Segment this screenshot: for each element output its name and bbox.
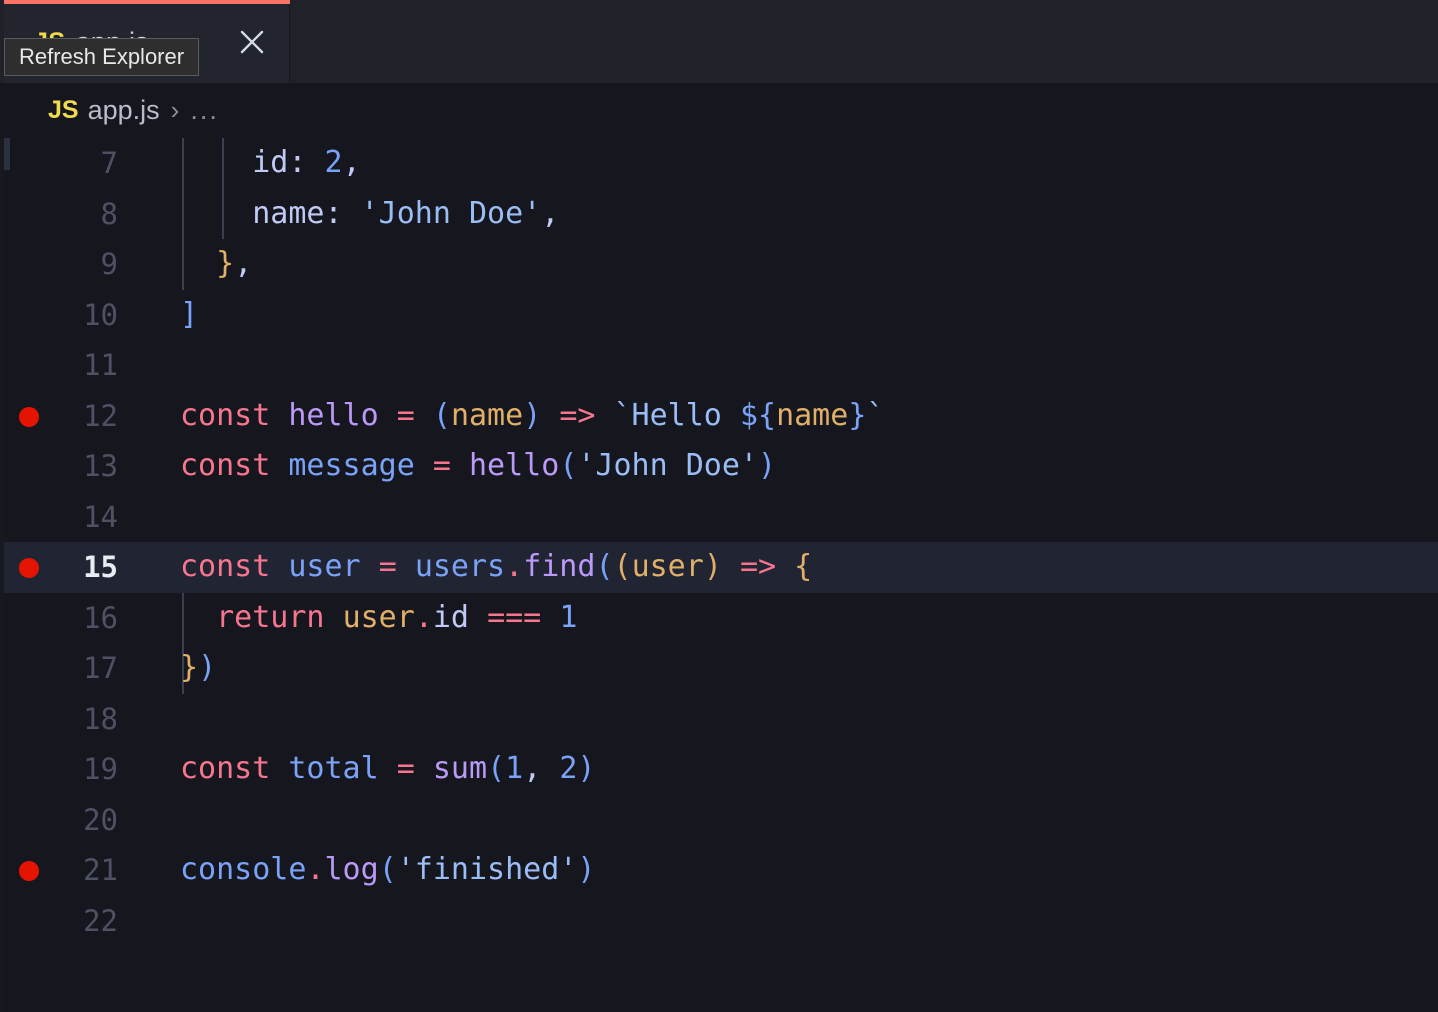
line-content: }, (180, 246, 253, 281)
vscode-window: JS app.js Refresh Explorer JS app.js › .… (0, 0, 1438, 1012)
editor-line[interactable]: 19 const total = sum(1, 2) (0, 744, 1438, 795)
editor-line[interactable]: 10 ] (0, 290, 1438, 341)
tooltip-refresh-explorer: Refresh Explorer (4, 38, 200, 76)
editor-line[interactable]: 22 (0, 896, 1438, 947)
line-content: const message = hello('John Doe') (180, 448, 777, 483)
tooltip-text: Refresh Explorer (19, 44, 185, 69)
close-icon[interactable] (230, 20, 274, 64)
line-content: }) (180, 650, 217, 685)
line-number[interactable]: 14 (0, 492, 118, 543)
breadcrumb-item-file[interactable]: app.js (88, 95, 160, 126)
editor-line[interactable]: 9 }, (0, 239, 1438, 290)
line-number[interactable]: 21 (0, 845, 118, 896)
line-number[interactable]: 9 (0, 239, 118, 290)
line-number[interactable]: 7 (0, 138, 118, 189)
editor-line[interactable]: 18 (0, 694, 1438, 745)
editor-line[interactable]: 16 return user.id === 1 (0, 593, 1438, 644)
breadcrumb-item-more[interactable]: ... (190, 95, 219, 126)
line-number[interactable]: 12 (0, 391, 118, 442)
editor-line[interactable]: 17 }) (0, 643, 1438, 694)
line-number[interactable]: 20 (0, 795, 118, 846)
line-number[interactable]: 10 (0, 290, 118, 341)
line-content: ] (180, 296, 199, 332)
js-file-icon: JS (48, 96, 79, 124)
line-number[interactable]: 16 (0, 593, 118, 644)
line-number[interactable]: 17 (0, 643, 118, 694)
tab-active-indicator (4, 0, 290, 4)
editor-tab-bar: JS app.js (0, 0, 1438, 83)
editor-line[interactable]: 8 name: 'John Doe', (0, 189, 1438, 240)
line-number[interactable]: 22 (0, 896, 118, 947)
line-number[interactable]: 13 (0, 441, 118, 492)
editor-line[interactable]: 14 (0, 492, 1438, 543)
editor-line[interactable]: 20 (0, 795, 1438, 846)
editor-line[interactable]: 13 const message = hello('John Doe') (0, 441, 1438, 492)
line-number[interactable]: 19 (0, 744, 118, 795)
editor-line[interactable]: 7 id: 2, (0, 138, 1438, 189)
activity-bar-edge (0, 0, 4, 1012)
line-content: return user.id === 1 (180, 599, 578, 635)
line-number[interactable]: 8 (0, 189, 118, 240)
line-content: name: 'John Doe', (180, 195, 560, 231)
editor-line[interactable]: 11 (0, 340, 1438, 391)
line-number[interactable]: 18 (0, 694, 118, 745)
line-number[interactable]: 11 (0, 340, 118, 391)
editor-line-active[interactable]: 15 const user = users.find((user) => { (0, 542, 1438, 593)
line-content: const total = sum(1, 2) (180, 751, 596, 786)
code-editor[interactable]: 7 id: 2, 8 name: 'John Doe', 9 }, 10 ] 1… (0, 138, 1438, 1012)
line-content: const hello = (name) => `Hello ${name}` (180, 397, 885, 433)
line-number[interactable]: 15 (0, 542, 118, 593)
line-content: const user = users.find((user) => { (180, 549, 813, 584)
line-content: id: 2, (180, 145, 361, 180)
editor-line[interactable]: 12 const hello = (name) => `Hello ${name… (0, 391, 1438, 442)
line-content: console.log('finished') (180, 852, 596, 887)
editor-lines: 7 id: 2, 8 name: 'John Doe', 9 }, 10 ] 1… (0, 138, 1438, 946)
chevron-right-icon: › (170, 95, 180, 125)
breadcrumb: JS app.js › ... (0, 83, 1438, 138)
breadcrumb-items: JS app.js › ... (48, 95, 219, 126)
editor-line[interactable]: 21 console.log('finished') (0, 845, 1438, 896)
